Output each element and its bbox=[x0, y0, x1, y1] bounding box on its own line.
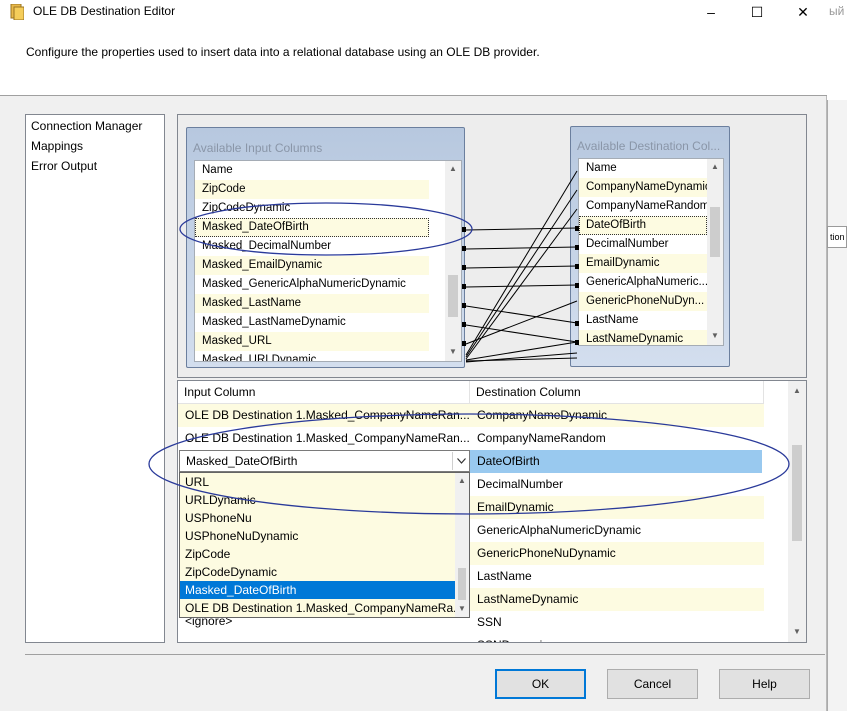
list-item[interactable]: ZipCode bbox=[195, 180, 429, 199]
scroll-up-icon[interactable]: ▲ bbox=[788, 386, 806, 395]
header-panel bbox=[0, 24, 827, 95]
dropdown-option[interactable]: OLE DB Destination 1.Masked_CompanyNameR… bbox=[180, 599, 455, 617]
destination-columns-title: Available Destination Col... bbox=[577, 139, 721, 153]
nav-item-connection-manager[interactable]: Connection Manager bbox=[31, 119, 142, 133]
dropdown-option[interactable]: ZipCodeDynamic bbox=[180, 563, 455, 581]
destination-columns-scrollbar[interactable]: ▲ ▼ bbox=[707, 159, 723, 345]
dropdown-option[interactable]: USPhoneNu bbox=[180, 509, 455, 527]
list-item[interactable]: Masked_URLDynamic bbox=[195, 351, 429, 361]
list-item[interactable]: EmailDynamic bbox=[579, 254, 707, 273]
nav-item-mappings[interactable]: Mappings bbox=[31, 139, 83, 153]
background-window-panel bbox=[827, 100, 847, 711]
list-item[interactable]: Masked_URL bbox=[195, 332, 429, 351]
scroll-thumb[interactable] bbox=[710, 207, 720, 257]
cancel-button[interactable]: Cancel bbox=[607, 669, 698, 699]
destination-columns-box[interactable]: Available Destination Col... Name Compan… bbox=[570, 126, 730, 367]
list-item[interactable]: DecimalNumber bbox=[579, 235, 707, 254]
grid-input-cell[interactable]: OLE DB Destination 1.Masked_CompanyNameR… bbox=[178, 427, 470, 450]
destination-columns-header: Name bbox=[579, 159, 707, 178]
dropdown-scrollbar[interactable]: ▲ ▼ bbox=[455, 473, 469, 617]
input-column-combobox[interactable]: Masked_DateOfBirth bbox=[179, 450, 470, 472]
list-item[interactable]: Masked_DecimalNumber bbox=[195, 237, 429, 256]
grid-destination-cell: GenericAlphaNumericDynamic bbox=[477, 523, 642, 537]
combobox-value: Masked_DateOfBirth bbox=[186, 454, 298, 468]
maximize-button[interactable]: ☐ bbox=[734, 0, 780, 24]
chevron-down-icon[interactable] bbox=[452, 452, 469, 470]
grid-destination-cell: SSN bbox=[477, 615, 502, 629]
scroll-down-icon[interactable]: ▼ bbox=[788, 627, 806, 636]
list-item[interactable]: GenericAlphaNumeric... bbox=[579, 273, 707, 292]
window-title: OLE DB Destination Editor bbox=[33, 4, 176, 18]
minimize-button[interactable]: – bbox=[688, 0, 734, 24]
grid-input-cell[interactable]: OLE DB Destination 1.Masked_CompanyNameR… bbox=[178, 404, 470, 427]
ok-button[interactable]: OK bbox=[495, 669, 586, 699]
scroll-thumb[interactable] bbox=[458, 568, 466, 600]
list-item[interactable]: CompanyNameDynamic bbox=[579, 178, 707, 197]
grid-destination-cell: GenericPhoneNuDynamic bbox=[470, 542, 764, 565]
dropdown-option[interactable]: ZipCode bbox=[180, 545, 455, 563]
nav-item-error-output[interactable]: Error Output bbox=[31, 159, 97, 173]
background-window-text: ый bbox=[829, 4, 845, 18]
bottom-divider bbox=[25, 654, 825, 655]
scroll-down-icon[interactable]: ▼ bbox=[445, 347, 461, 356]
list-item[interactable]: Masked_LastName bbox=[195, 294, 429, 313]
list-item[interactable]: ZipCodeDynamic bbox=[195, 199, 429, 218]
grid-scrollbar[interactable]: ▲ ▼ bbox=[788, 381, 806, 642]
list-item[interactable]: Masked_EmailDynamic bbox=[195, 256, 429, 275]
grid-destination-cell: CompanyNameRandom bbox=[477, 431, 606, 445]
grid-destination-cell: DateOfBirth bbox=[470, 450, 762, 473]
grid-destination-cell: CompanyNameDynamic bbox=[470, 404, 764, 427]
app-icon bbox=[10, 3, 25, 21]
input-columns-list[interactable]: Name ZipCode ZipCodeDynamic Masked_DateO… bbox=[194, 160, 462, 362]
dropdown-option[interactable]: USPhoneNuDynamic bbox=[180, 527, 455, 545]
dropdown-option[interactable]: URLDynamic bbox=[180, 491, 455, 509]
input-columns-title: Available Input Columns bbox=[193, 141, 323, 155]
scroll-thumb[interactable] bbox=[792, 445, 802, 541]
input-columns-header: Name bbox=[195, 161, 445, 180]
dropdown-option-highlighted[interactable]: Masked_DateOfBirth bbox=[180, 581, 455, 599]
dropdown-option[interactable]: URL bbox=[180, 473, 455, 491]
list-item[interactable]: Masked_GenericAlphaNumericDynamic bbox=[195, 275, 429, 294]
list-item[interactable]: Masked_DateOfBirth bbox=[195, 218, 429, 237]
scroll-thumb[interactable] bbox=[448, 275, 458, 317]
input-columns-scrollbar[interactable]: ▲ ▼ bbox=[445, 161, 461, 361]
grid-destination-cell: LastName bbox=[477, 569, 532, 583]
scroll-down-icon[interactable]: ▼ bbox=[455, 604, 469, 613]
scroll-up-icon[interactable]: ▲ bbox=[707, 162, 723, 171]
list-item[interactable]: GenericPhoneNuDyn... bbox=[579, 292, 707, 311]
nav-panel: Connection Manager Mappings Error Output bbox=[25, 114, 165, 643]
header-description: Configure the properties used to insert … bbox=[26, 45, 540, 59]
list-item[interactable]: Masked_LastNameDynamic bbox=[195, 313, 429, 332]
scroll-up-icon[interactable]: ▲ bbox=[445, 164, 461, 173]
close-button[interactable]: ✕ bbox=[780, 0, 826, 24]
list-item[interactable]: CompanyNameRandom bbox=[579, 197, 707, 216]
input-column-dropdown[interactable]: URL URLDynamic USPhoneNu USPhoneNuDynami… bbox=[179, 472, 470, 618]
grid-header-input-column[interactable]: Input Column bbox=[178, 381, 470, 404]
grid-destination-cell: LastNameDynamic bbox=[470, 588, 764, 611]
help-button[interactable]: Help bbox=[719, 669, 810, 699]
background-window-tab: tion 1 bbox=[827, 226, 847, 248]
destination-columns-list[interactable]: Name CompanyNameDynamic CompanyNameRando… bbox=[578, 158, 724, 346]
list-item[interactable]: LastName bbox=[579, 311, 707, 330]
scroll-up-icon[interactable]: ▲ bbox=[455, 476, 469, 485]
list-item[interactable]: LastNameDynamic bbox=[579, 330, 707, 345]
header-divider bbox=[0, 95, 827, 96]
grid-destination-cell: SSNDynamic bbox=[470, 634, 764, 642]
list-item[interactable]: DateOfBirth bbox=[579, 216, 707, 235]
input-columns-box[interactable]: Available Input Columns Name ZipCode Zip… bbox=[186, 127, 465, 368]
scroll-down-icon[interactable]: ▼ bbox=[707, 331, 723, 340]
grid-destination-cell: EmailDynamic bbox=[470, 496, 764, 519]
grid-header-destination-column[interactable]: Destination Column bbox=[470, 381, 764, 404]
grid-destination-cell: DecimalNumber bbox=[477, 477, 564, 491]
